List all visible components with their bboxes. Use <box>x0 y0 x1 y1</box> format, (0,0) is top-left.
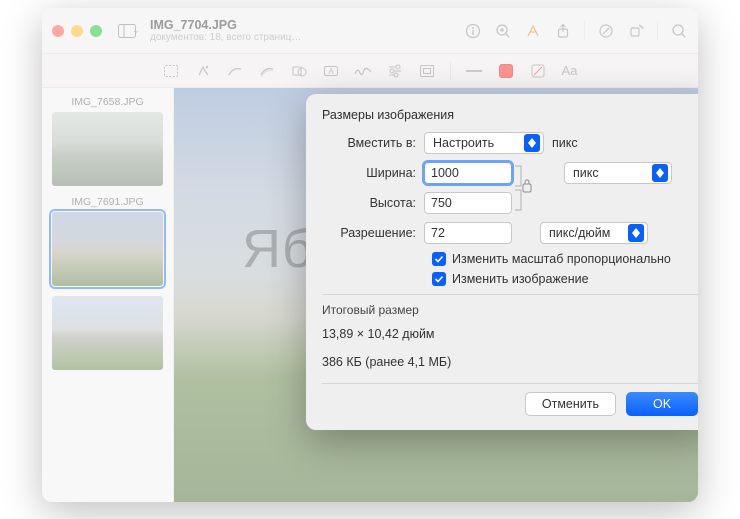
separator <box>450 62 451 80</box>
thumbnail-image <box>52 112 163 186</box>
width-input[interactable]: 1000 <box>424 162 512 184</box>
dialog-title: Размеры изображения <box>322 108 698 122</box>
adjust-size-icon[interactable] <box>418 62 436 80</box>
highlight-icon[interactable] <box>524 22 542 40</box>
minimize-window-button[interactable] <box>71 25 83 37</box>
shapes-icon[interactable] <box>290 62 308 80</box>
cancel-button[interactable]: Отменить <box>525 392 616 416</box>
text-style-icon[interactable]: Aa <box>561 62 579 80</box>
ok-button[interactable]: OK <box>626 392 698 416</box>
window-controls <box>52 25 102 37</box>
info-icon[interactable] <box>464 22 482 40</box>
thumbnail-item[interactable]: IMG_7658.JPG <box>52 96 163 186</box>
preview-window: ⌄ IMG_7704.JPG документов: 18, всего стр… <box>42 8 698 502</box>
svg-text:A: A <box>328 67 334 76</box>
width-height-unit-select[interactable]: пикс <box>564 162 672 184</box>
resample-checkbox[interactable]: Изменить изображение <box>432 272 698 286</box>
selection-tool-icon[interactable] <box>162 62 180 80</box>
sketch-icon[interactable] <box>258 62 276 80</box>
title-block: IMG_7704.JPG документов: 18, всего стран… <box>150 18 464 43</box>
fill-color-icon[interactable] <box>529 62 547 80</box>
thumbnail-label: IMG_7691.JPG <box>52 196 163 208</box>
titlebar: ⌄ IMG_7704.JPG документов: 18, всего стр… <box>42 8 698 54</box>
result-title: Итоговый размер <box>322 303 698 317</box>
divider <box>322 383 698 384</box>
window-title: IMG_7704.JPG <box>150 18 464 32</box>
sidebar-view-button[interactable]: ⌄ <box>114 16 144 46</box>
search-icon[interactable] <box>670 22 688 40</box>
image-dimensions-dialog: Размеры изображения Вместить в: Настроит… <box>306 94 698 430</box>
scale-proportionally-label: Изменить масштаб пропорционально <box>452 252 671 266</box>
share-icon[interactable] <box>554 22 572 40</box>
checkmark-icon <box>432 252 446 266</box>
result-dimensions: 13,89 × 10,42 дюйм <box>322 327 698 341</box>
height-input[interactable]: 750 <box>424 192 512 214</box>
result-filesize: 386 КБ (ранее 4,1 МБ) <box>322 355 698 369</box>
zoom-in-icon[interactable] <box>494 22 512 40</box>
sign-icon[interactable] <box>354 62 372 80</box>
fit-into-select[interactable]: Настроить <box>424 132 544 154</box>
thumbnail-image <box>52 296 163 370</box>
toolbar-right <box>464 21 688 41</box>
divider <box>322 294 698 295</box>
window-subtitle: документов: 18, всего страниц… <box>150 32 464 43</box>
resolution-label: Разрешение: <box>322 226 424 240</box>
thumbnail-label: IMG_7658.JPG <box>52 96 163 108</box>
draw-icon[interactable] <box>226 62 244 80</box>
resolution-unit-select[interactable]: пикс/дюйм <box>540 222 648 244</box>
resample-label: Изменить изображение <box>452 272 589 286</box>
fit-into-value: Настроить <box>433 136 494 150</box>
select-arrows-icon <box>652 164 668 182</box>
select-arrows-icon <box>628 224 644 242</box>
scale-proportionally-checkbox[interactable]: Изменить масштаб пропорционально <box>432 252 698 266</box>
fit-into-label: Вместить в: <box>322 136 424 150</box>
separator <box>657 21 658 41</box>
chevron-down-icon: ⌄ <box>132 25 140 36</box>
separator <box>584 21 585 41</box>
markup-toolbar: A Aa <box>42 54 698 88</box>
thumbnail-image <box>52 212 163 286</box>
line-weight-icon[interactable] <box>465 62 483 80</box>
select-arrows-icon <box>524 134 540 152</box>
thumbnail-item[interactable] <box>52 296 163 370</box>
text-tool-icon[interactable]: A <box>322 62 340 80</box>
zoom-window-button[interactable] <box>90 25 102 37</box>
fit-unit-label: пикс <box>552 136 578 150</box>
height-label: Высота: <box>322 196 424 210</box>
close-window-button[interactable] <box>52 25 64 37</box>
thumbnail-item[interactable]: IMG_7691.JPG <box>52 196 163 286</box>
instant-alpha-icon[interactable] <box>194 62 212 80</box>
checkmark-icon <box>432 272 446 286</box>
width-label: Ширина: <box>322 166 424 180</box>
resolution-input[interactable]: 72 <box>424 222 512 244</box>
adjust-color-icon[interactable] <box>386 62 404 80</box>
constrain-lock[interactable] <box>512 162 536 214</box>
markup-toggle-icon[interactable] <box>597 22 615 40</box>
thumbnail-sidebar[interactable]: IMG_7658.JPG IMG_7691.JPG <box>42 88 174 502</box>
rotate-icon[interactable] <box>627 22 645 40</box>
border-color-icon[interactable] <box>497 62 515 80</box>
